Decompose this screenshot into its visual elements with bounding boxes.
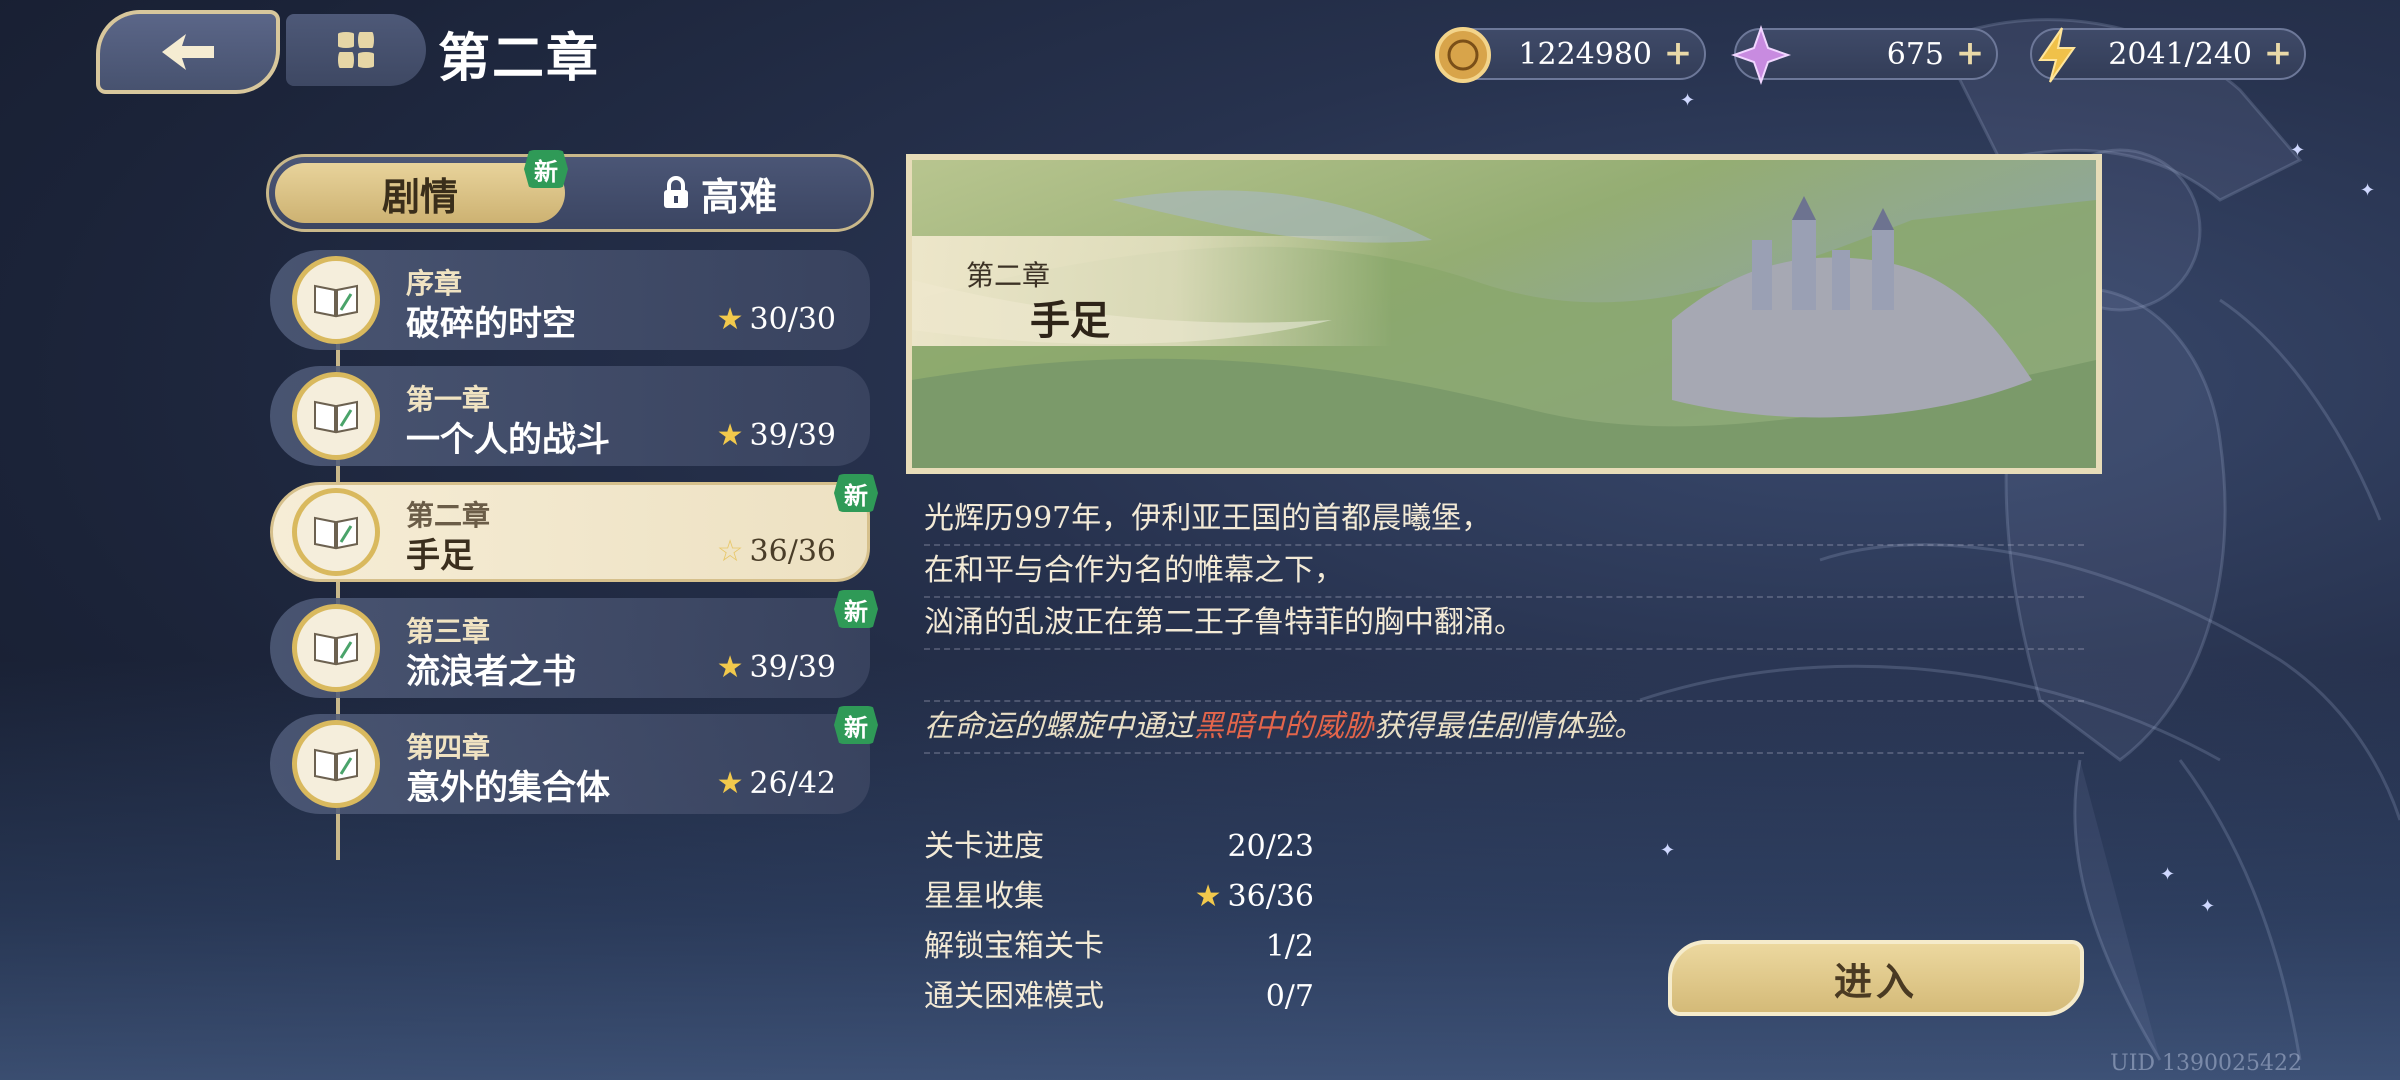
star-icon: ★ <box>716 302 744 337</box>
coin-icon <box>1435 27 1491 83</box>
user-id: UID 1390025422 <box>2110 1051 2302 1076</box>
stat-value: 1/2 <box>1265 929 1314 964</box>
tab-hard[interactable]: 高难 <box>569 163 869 223</box>
crystal-icon <box>1730 24 1792 86</box>
add-crystal-icon[interactable]: + <box>1952 36 1988 72</box>
star-icon: ★ <box>1194 879 1222 914</box>
stat-value: 20/23 <box>1227 829 1314 864</box>
tab-story[interactable]: 剧情 <box>275 163 565 223</box>
enter-button[interactable]: 进入 <box>1668 940 2084 1016</box>
sky-star: ✦ <box>2360 180 2376 201</box>
mode-tabs: 剧情 高难 <box>266 154 874 232</box>
add-gold-icon[interactable]: + <box>1660 36 1696 72</box>
stat-row: 关卡进度 20/23 <box>924 822 1314 872</box>
stat-value: 36/36 <box>1227 879 1314 914</box>
sky-star: ✦ <box>1680 90 1696 111</box>
star-icon: ★ <box>716 650 744 685</box>
description-spacer <box>924 650 2084 702</box>
chapter-description: 光辉历997年，伊利亚王国的首都晨曦堡， 在和平与合作为名的帷幕之下， 汹涌的乱… <box>924 494 2084 754</box>
chapter-name: 手足 <box>406 536 474 576</box>
chapter-item-1[interactable]: 第一章 一个人的战斗 ★ 39/39 <box>270 366 870 466</box>
back-button[interactable] <box>96 10 280 94</box>
star-icon: ★ <box>716 766 744 801</box>
chapter-menu-button[interactable] <box>286 14 426 86</box>
hint-prefix: 在命运的螺旋中通过 <box>924 709 1194 744</box>
add-stamina-icon[interactable]: + <box>2260 36 2296 72</box>
recommendation-hint: 在命运的螺旋中通过黑暗中的威胁获得最佳剧情体验。 <box>924 702 2084 754</box>
stat-label: 通关困难模式 <box>924 979 1104 1014</box>
lightning-icon <box>2038 27 2076 83</box>
enter-button-label: 进入 <box>1833 958 1918 1004</box>
currency-gold[interactable]: 1224980 + <box>1435 27 1706 83</box>
stat-label: 星星收集 <box>924 879 1044 914</box>
chapter-stars: ★ 30/30 <box>717 302 836 337</box>
currency-stamina[interactable]: 2041/240 + <box>2030 27 2306 83</box>
description-line: 汹涌的乱波正在第二王子鲁特菲的胸中翻涌。 <box>924 598 2084 650</box>
chapter-banner-image: 第二章 手足 <box>906 154 2102 474</box>
chapter-stars: ★ 39/39 <box>717 418 836 453</box>
chapter-item-3[interactable]: 第三章 流浪者之书 ★ 39/39 <box>270 598 870 698</box>
description-line: 在和平与合作为名的帷幕之下， <box>924 546 2084 598</box>
chapter-item-2[interactable]: 第二章 手足 ☆ 36/36 <box>270 482 870 582</box>
new-badge: 新 <box>834 590 878 628</box>
stat-row: 通关困难模式 0/7 <box>924 972 1314 1022</box>
chapter-name: 意外的集合体 <box>406 768 610 808</box>
sky-star: ✦ <box>2200 896 2216 917</box>
chapter-stars-value: 26/42 <box>749 766 836 801</box>
new-badge: 新 <box>834 706 878 744</box>
stat-row: 解锁宝箱关卡 1/2 <box>924 922 1314 972</box>
banner-title: 手足 <box>1030 297 1110 344</box>
sky-star: ✦ <box>2290 140 2306 161</box>
hint-suffix: 获得最佳剧情体验。 <box>1374 709 1644 744</box>
lock-icon <box>663 176 688 208</box>
chapter-stars-value: 30/30 <box>749 302 836 337</box>
book-icon <box>292 604 380 692</box>
star-outline-icon: ☆ <box>716 534 744 569</box>
tab-hard-label: 高难 <box>700 173 777 219</box>
book-icon <box>292 720 380 808</box>
chapter-name: 破碎的时空 <box>406 304 576 344</box>
chapter-stars: ★ 26/42 <box>717 766 836 801</box>
chapter-stars-value: 36/36 <box>749 534 836 569</box>
stat-label: 关卡进度 <box>924 829 1044 864</box>
back-arrow-icon <box>162 34 214 70</box>
chapter-stars-value: 39/39 <box>749 650 836 685</box>
currency-crystal[interactable]: 675 + <box>1730 24 1998 86</box>
star-icon: ★ <box>716 418 744 453</box>
chapter-stars: ☆ 36/36 <box>717 534 836 569</box>
description-line: 光辉历997年，伊利亚王国的首都晨曦堡， <box>924 494 2084 546</box>
chapter-stars: ★ 39/39 <box>717 650 836 685</box>
chapter-item-prologue[interactable]: 序章 破碎的时空 ★ 30/30 <box>270 250 870 350</box>
chapter-stars-value: 39/39 <box>749 418 836 453</box>
four-petal-menu-icon <box>338 32 374 68</box>
chapter-stats: 关卡进度 20/23 星星收集 ★ 36/36 解锁宝箱关卡 1/2 通关困难模… <box>924 822 1314 1022</box>
page-title: 第二章 <box>438 28 601 89</box>
stat-label: 解锁宝箱关卡 <box>924 929 1104 964</box>
book-icon <box>292 256 380 344</box>
stat-value-stars: ★ 36/36 <box>1195 872 1314 922</box>
book-icon <box>292 372 380 460</box>
sky-star: ✦ <box>2160 864 2176 885</box>
new-badge: 新 <box>834 474 878 512</box>
stat-value: 0/7 <box>1265 979 1314 1014</box>
book-icon <box>292 488 380 576</box>
tab-story-label: 剧情 <box>381 173 458 219</box>
chapter-name: 流浪者之书 <box>406 652 576 692</box>
stat-row: 星星收集 ★ 36/36 <box>924 872 1314 922</box>
chapter-item-4[interactable]: 第四章 意外的集合体 ★ 26/42 <box>270 714 870 814</box>
hint-highlight: 黑暗中的威胁 <box>1194 709 1374 744</box>
sky-star: ✦ <box>1660 840 1676 861</box>
new-badge: 新 <box>524 150 568 188</box>
chapter-name: 一个人的战斗 <box>406 420 610 460</box>
